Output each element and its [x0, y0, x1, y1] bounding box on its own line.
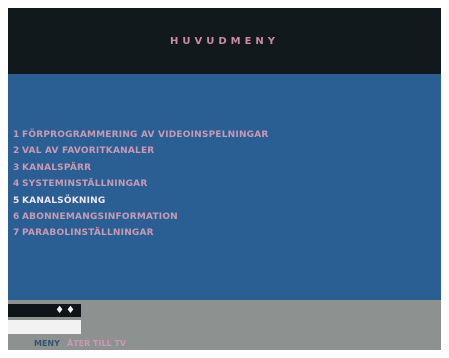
- menu-item-number: 6: [13, 211, 20, 222]
- main-menu-list: 1 FÖRPROGRAMMERING AV VIDEOINSPELNINGAR 2…: [13, 127, 269, 242]
- meny-key-label: MENY: [34, 339, 60, 348]
- menu-footer: ♦♦ MENY ÅTER TILL TV: [8, 300, 441, 350]
- menu-item-subscription-info[interactable]: 6 ABONNEMANGSINFORMATION: [13, 209, 269, 225]
- menu-item-video-recording[interactable]: 1 FÖRPROGRAMMERING AV VIDEOINSPELNINGAR: [13, 127, 269, 143]
- menu-item-dish-settings[interactable]: 7 PARABOLINSTÄLLNINGAR: [13, 225, 269, 241]
- menu-item-number: 7: [13, 228, 20, 239]
- menu-item-system-settings[interactable]: 4 SYSTEMINSTÄLLNINGAR: [13, 176, 269, 192]
- menu-item-channel-search[interactable]: 5 KANALSÖKNING: [13, 193, 269, 209]
- menu-item-favorite-channels[interactable]: 2 VAL AV FAVORITKANALER: [13, 143, 269, 159]
- menu-title: HUVUDMENY: [169, 35, 280, 47]
- menu-item-label: KANALSÖKNING: [22, 195, 106, 206]
- selection-indicator-box: [8, 320, 81, 334]
- menu-item-number: 3: [13, 162, 20, 173]
- menu-item-label: ABONNEMANGSINFORMATION: [22, 211, 178, 222]
- tv-menu-screen: HUVUDMENY 1 FÖRPROGRAMMERING AV VIDEOINSP…: [8, 8, 441, 350]
- menu-item-channel-lock[interactable]: 3 KANALSPÄRR: [13, 160, 269, 176]
- back-to-tv-hint: ÅTER TILL TV: [67, 339, 127, 348]
- menu-item-number: 1: [13, 130, 20, 140]
- menu-header: HUVUDMENY: [8, 8, 441, 74]
- menu-item-label: FÖRPROGRAMMERING AV VIDEOINSPELNINGAR: [22, 130, 269, 140]
- navigation-arrows-indicator: ♦♦: [8, 304, 81, 317]
- menu-item-label: SYSTEMINSTÄLLNINGAR: [22, 179, 148, 190]
- menu-item-number: 2: [13, 146, 20, 157]
- menu-item-number: 4: [13, 179, 20, 190]
- menu-item-label: VAL AV FAVORITKANALER: [22, 146, 155, 157]
- menu-item-label: PARABOLINSTÄLLNINGAR: [22, 228, 154, 239]
- menu-item-label: KANALSPÄRR: [22, 162, 92, 173]
- menu-item-number: 5: [13, 195, 20, 206]
